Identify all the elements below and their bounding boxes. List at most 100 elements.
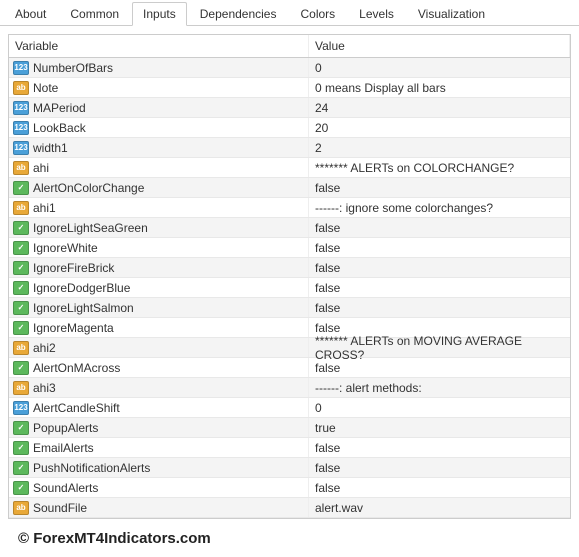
table-row[interactable]: 123 width1 2 — [9, 138, 570, 158]
table-row[interactable]: abahi1------: ignore some colorchanges? — [9, 198, 570, 218]
variable-cell: ✓ IgnoreMagenta — [9, 318, 309, 337]
value-cell[interactable]: false — [309, 241, 570, 255]
value-cell[interactable]: 0 — [309, 401, 570, 415]
str-type-icon: ab — [13, 341, 29, 355]
table-row[interactable]: ✓IgnoreWhitefalse — [9, 238, 570, 258]
value-cell[interactable]: false — [309, 181, 570, 195]
value-cell[interactable]: alert.wav — [309, 501, 570, 515]
bool-type-icon: ✓ — [13, 361, 29, 375]
value-cell[interactable]: ******* ALERTs on MOVING AVERAGE CROSS? — [309, 334, 570, 362]
variable-name: width1 — [33, 141, 68, 155]
variable-cell: ✓ AlertOnMAcross — [9, 358, 309, 377]
str-type-icon: ab — [13, 501, 29, 515]
variable-name: LookBack — [33, 121, 86, 135]
bool-type-icon: ✓ — [13, 461, 29, 475]
tab-levels[interactable]: Levels — [348, 2, 405, 25]
variable-cell: ✓SoundAlerts — [9, 478, 309, 497]
value-cell[interactable]: false — [309, 301, 570, 315]
int-type-icon: 123 — [13, 401, 29, 415]
table-row[interactable]: ✓IgnoreDodgerBluefalse — [9, 278, 570, 298]
table-row[interactable]: ab Note 0 means Display all bars — [9, 78, 570, 98]
int-type-icon: 123 — [13, 101, 29, 115]
variable-name: Note — [33, 81, 58, 95]
table-row[interactable]: ✓ PushNotificationAlerts false — [9, 458, 570, 478]
value-cell[interactable]: false — [309, 261, 570, 275]
value-cell[interactable]: false — [309, 461, 570, 475]
variable-cell: ✓PopupAlerts — [9, 418, 309, 437]
value-cell[interactable]: false — [309, 281, 570, 295]
tab-bar: About Common Inputs Dependencies Colors … — [0, 0, 579, 26]
str-type-icon: ab — [13, 81, 29, 95]
tab-common[interactable]: Common — [59, 2, 130, 25]
variable-cell: ab ahi2 — [9, 338, 309, 357]
value-cell[interactable]: false — [309, 441, 570, 455]
value-cell[interactable]: 2 — [309, 141, 570, 155]
variable-name: EmailAlerts — [33, 441, 94, 455]
value-cell[interactable]: 0 means Display all bars — [309, 81, 570, 95]
table-row[interactable]: ✓IgnoreLightSalmonfalse — [9, 298, 570, 318]
bool-type-icon: ✓ — [13, 421, 29, 435]
str-type-icon: ab — [13, 381, 29, 395]
value-cell[interactable]: false — [309, 481, 570, 495]
table-row[interactable]: 123NumberOfBars0 — [9, 58, 570, 78]
variable-name: IgnoreFireBrick — [33, 261, 114, 275]
variable-cell: 123 width1 — [9, 138, 309, 157]
tab-visualization[interactable]: Visualization — [407, 2, 496, 25]
bool-type-icon: ✓ — [13, 481, 29, 495]
variable-cell: ✓IgnoreLightSalmon — [9, 298, 309, 317]
variable-name: IgnoreLightSeaGreen — [33, 221, 148, 235]
table-row[interactable]: ✓PopupAlertstrue — [9, 418, 570, 438]
table-row[interactable]: ✓IgnoreFireBrickfalse — [9, 258, 570, 278]
table-row[interactable]: ✓ AlertOnMAcross false — [9, 358, 570, 378]
value-cell[interactable]: 24 — [309, 101, 570, 115]
str-type-icon: ab — [13, 201, 29, 215]
value-cell[interactable]: 20 — [309, 121, 570, 135]
tab-colors[interactable]: Colors — [289, 2, 346, 25]
header-value[interactable]: Value — [309, 35, 570, 57]
table-row[interactable]: ✓EmailAlertsfalse — [9, 438, 570, 458]
table-row[interactable]: ✓AlertOnColorChangefalse — [9, 178, 570, 198]
tab-dependencies[interactable]: Dependencies — [189, 2, 288, 25]
tab-about[interactable]: About — [4, 2, 57, 25]
table-row[interactable]: ab ahi3 ------: alert methods: — [9, 378, 570, 398]
int-type-icon: 123 — [13, 141, 29, 155]
variable-cell: ✓EmailAlerts — [9, 438, 309, 457]
value-cell[interactable]: false — [309, 321, 570, 335]
variable-cell: 123NumberOfBars — [9, 58, 309, 77]
table-row[interactable]: ✓IgnoreLightSeaGreenfalse — [9, 218, 570, 238]
variable-name: ahi2 — [33, 341, 56, 355]
int-type-icon: 123 — [13, 121, 29, 135]
value-cell[interactable]: true — [309, 421, 570, 435]
variable-name: AlertOnMAcross — [33, 361, 120, 375]
table-row[interactable]: abSoundFilealert.wav — [9, 498, 570, 518]
variable-cell: ✓IgnoreDodgerBlue — [9, 278, 309, 297]
value-cell[interactable]: 0 — [309, 61, 570, 75]
variable-cell: 123MAPeriod — [9, 98, 309, 117]
bool-type-icon: ✓ — [13, 321, 29, 335]
table-row[interactable]: 123 LookBack 20 — [9, 118, 570, 138]
table-row[interactable]: 123MAPeriod24 — [9, 98, 570, 118]
tab-inputs[interactable]: Inputs — [132, 2, 187, 26]
inputs-panel: Variable Value 123NumberOfBars0abNote0 m… — [0, 26, 579, 527]
variable-name: IgnoreMagenta — [33, 321, 114, 335]
value-cell[interactable]: false — [309, 221, 570, 235]
value-cell[interactable]: false — [309, 361, 570, 375]
inputs-grid: Variable Value 123NumberOfBars0abNote0 m… — [8, 34, 571, 519]
variable-name: PushNotificationAlerts — [33, 461, 150, 475]
variable-cell: abahi1 — [9, 198, 309, 217]
variable-cell: 123 LookBack — [9, 118, 309, 137]
watermark: © ForexMT4Indicators.com — [18, 530, 211, 547]
value-cell[interactable]: ******* ALERTs on COLORCHANGE? — [309, 161, 570, 175]
variable-name: IgnoreDodgerBlue — [33, 281, 130, 295]
variable-name: ahi — [33, 161, 49, 175]
table-row[interactable]: ✓SoundAlertsfalse — [9, 478, 570, 498]
variable-name: ahi3 — [33, 381, 56, 395]
table-row[interactable]: 123AlertCandleShift0 — [9, 398, 570, 418]
header-variable[interactable]: Variable — [9, 35, 309, 57]
value-cell[interactable]: ------: alert methods: — [309, 381, 570, 395]
table-row[interactable]: abahi2******* ALERTs on MOVING AVERAGE C… — [9, 338, 570, 358]
table-row[interactable]: abahi******* ALERTs on COLORCHANGE? — [9, 158, 570, 178]
variable-name: IgnoreLightSalmon — [33, 301, 134, 315]
bool-type-icon: ✓ — [13, 181, 29, 195]
value-cell[interactable]: ------: ignore some colorchanges? — [309, 201, 570, 215]
